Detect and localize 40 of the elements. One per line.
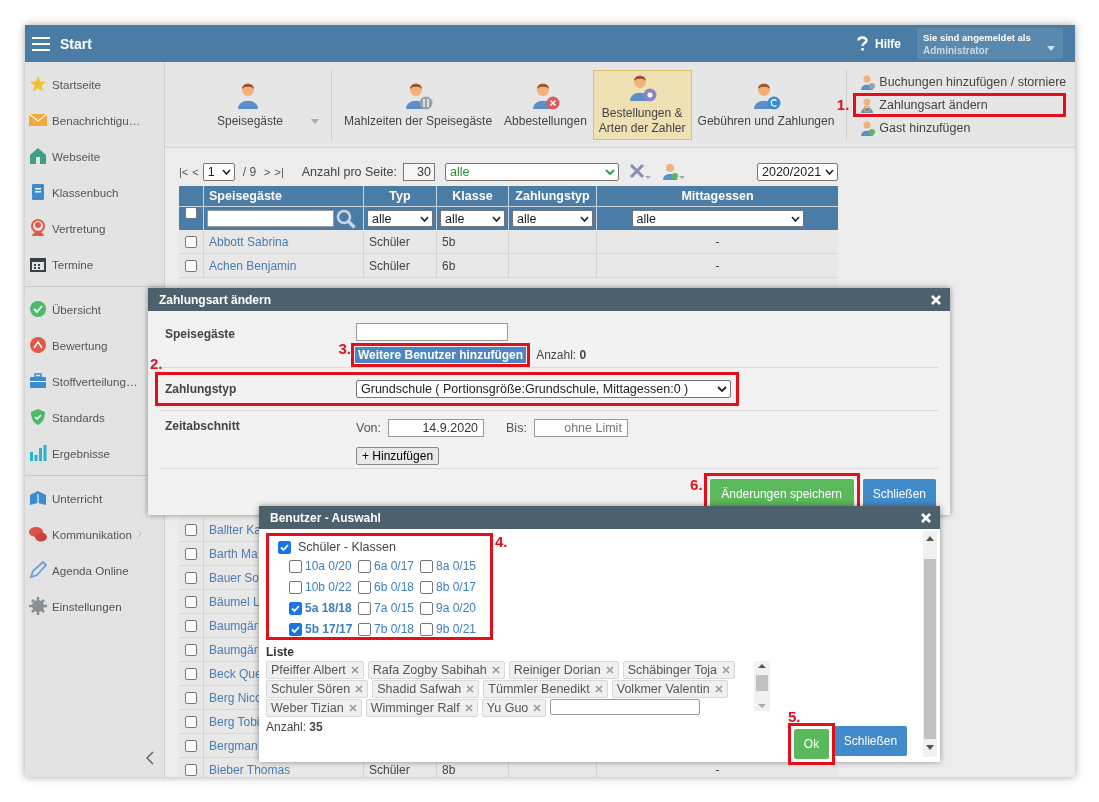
user-tag: Volkmer Valentin bbox=[611, 680, 728, 698]
table-cell: 6b bbox=[442, 258, 456, 273]
step-number: 3. bbox=[338, 339, 351, 357]
count-text: Anzahl: 0 bbox=[536, 348, 587, 362]
table-cell: 5b bbox=[442, 234, 456, 249]
table-cell: - bbox=[715, 234, 720, 249]
field-label: Zeitabschnitt bbox=[165, 418, 241, 435]
group-label: Schüler - Klassen bbox=[298, 540, 396, 554]
user-tag: Schäbinger Toja bbox=[622, 661, 736, 679]
table-cell: Schüler bbox=[369, 234, 410, 249]
table-cell: 8b bbox=[442, 762, 456, 777]
user-tag: Shadid Safwah bbox=[372, 680, 480, 698]
user-tag: Weber Tizian bbox=[266, 699, 362, 717]
user-tag: Pfeiffer Albert bbox=[266, 661, 364, 679]
header-title: Start bbox=[60, 35, 92, 52]
count-text: Anzahl: 35 bbox=[266, 720, 323, 734]
user-tag: Yu Guo bbox=[481, 699, 547, 717]
step-number: 5. bbox=[788, 708, 801, 725]
from-label: Von: bbox=[356, 420, 382, 435]
table-cell: - bbox=[715, 258, 720, 273]
field-label: Speisegäste bbox=[165, 326, 237, 341]
table-cell: Schüler bbox=[369, 762, 410, 777]
per-page-label: Anzahl pro Seite: bbox=[301, 165, 397, 179]
dialog-title: Benutzer - Auswahl bbox=[270, 510, 381, 525]
step-number: 1. bbox=[836, 95, 850, 113]
step-number: 2. bbox=[150, 355, 163, 372]
list-label: Liste bbox=[266, 645, 295, 659]
page-count: / 9 bbox=[242, 165, 257, 179]
field-label: Zahlungstyp bbox=[165, 381, 238, 396]
user-tag: Rafa Zogby Sabihah bbox=[367, 661, 505, 679]
dialog-title: Zahlungsart ändern bbox=[159, 292, 271, 307]
user-tag: Wimminger Ralf bbox=[365, 699, 478, 717]
user-tag: Tümmler Benedikt bbox=[483, 680, 608, 698]
table-cell: - bbox=[715, 762, 720, 777]
table-cell: Schüler bbox=[369, 258, 410, 273]
user-tag: Schuler Sören bbox=[266, 680, 369, 698]
to-label: Bis: bbox=[506, 420, 527, 435]
step-number: 6. bbox=[690, 476, 703, 493]
user-tag: Reiniger Dorian bbox=[508, 661, 619, 679]
step-number: 4. bbox=[495, 533, 508, 550]
